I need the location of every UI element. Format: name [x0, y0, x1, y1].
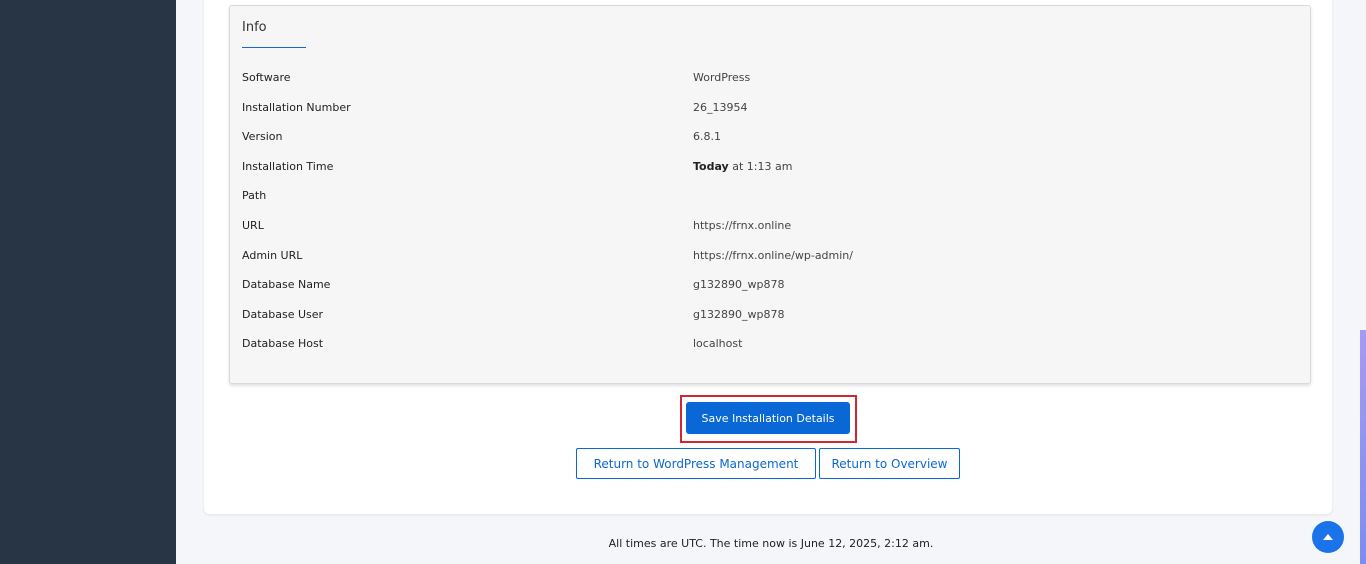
info-row-database-name: Database Name g132890_wp878: [230, 271, 1310, 301]
return-to-overview-button[interactable]: Return to Overview: [819, 448, 960, 479]
row-label: Version: [242, 130, 283, 144]
row-value: Today at 1:13 am: [693, 160, 792, 173]
info-panel: Info Software WordPress Installation Num…: [229, 5, 1311, 384]
row-value: 26_13954: [693, 100, 748, 114]
info-tab-underline: [242, 47, 306, 48]
row-value: g132890_wp878: [693, 307, 785, 321]
row-value: WordPress: [693, 71, 751, 84]
scrollbar-accent: [1360, 330, 1366, 564]
scroll-to-top-button[interactable]: [1312, 521, 1344, 553]
row-value-rest: at 1:13 am: [728, 159, 793, 173]
row-label: Database Name: [242, 278, 331, 292]
info-row-path: Path: [230, 182, 1310, 212]
return-to-wordpress-management-button[interactable]: Return to WordPress Management: [576, 448, 816, 479]
info-row-database-host: Database Host localhost: [230, 330, 1310, 360]
info-tab-title[interactable]: Info: [242, 20, 267, 35]
row-label: Database User: [242, 307, 324, 321]
row-label: Software: [242, 71, 291, 84]
info-row-software: Software WordPress: [230, 64, 1310, 94]
row-label: Admin URL: [242, 248, 303, 262]
info-row-installation-number: Installation Number 26_13954: [230, 94, 1310, 124]
info-row-admin-url: Admin URL https://frnx.online/wp-admin/: [230, 242, 1310, 272]
row-value: localhost: [693, 337, 743, 351]
main-content: Info Software WordPress Installation Num…: [176, 0, 1366, 564]
row-value: https://frnx.online/wp-admin/: [693, 248, 853, 262]
row-label: Installation Time: [242, 159, 334, 173]
save-installation-details-button[interactable]: Save Installation Details: [686, 402, 850, 434]
row-value: g132890_wp878: [693, 278, 785, 292]
info-row-version: Version 6.8.1: [230, 123, 1310, 153]
left-sidebar: [0, 0, 176, 564]
row-value-bold: Today: [693, 159, 729, 173]
caret-up-icon: [1323, 534, 1333, 540]
installation-card: Info Software WordPress Installation Num…: [204, 0, 1332, 514]
row-label: Database Host: [242, 337, 324, 351]
info-rows: Software WordPress Installation Number 2…: [230, 64, 1310, 360]
row-label: Path: [242, 189, 267, 203]
footer-time-note: All times are UTC. The time now is June …: [608, 537, 934, 550]
info-row-installation-time: Installation Time Today at 1:13 am: [230, 153, 1310, 183]
row-label: Installation Number: [242, 100, 351, 114]
row-value: 6.8.1: [693, 130, 721, 144]
info-row-database-user: Database User g132890_wp878: [230, 301, 1310, 331]
row-value: https://frnx.online: [693, 218, 792, 232]
row-label: URL: [242, 218, 264, 232]
info-row-url: URL https://frnx.online: [230, 212, 1310, 242]
